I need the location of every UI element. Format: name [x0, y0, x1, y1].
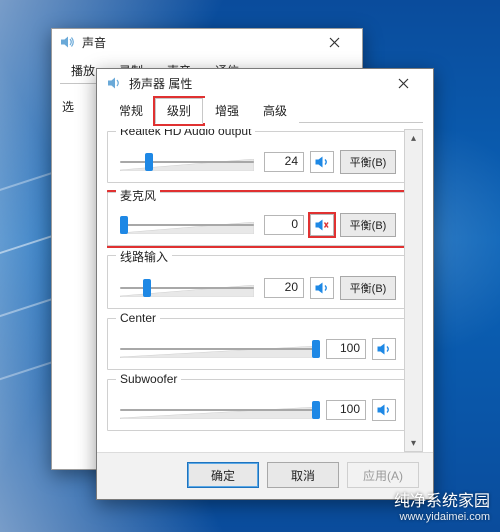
slider-row: 100: [116, 398, 396, 422]
scroll-up-icon[interactable]: ▴: [405, 130, 422, 146]
speaker-icon[interactable]: [310, 151, 334, 173]
balance-button[interactable]: 平衡(B): [340, 213, 396, 237]
slider-thumb[interactable]: [145, 153, 153, 171]
speaker-icon[interactable]: [372, 338, 396, 360]
props-titlebar: 扬声器 属性: [97, 69, 433, 97]
volume-slider[interactable]: [116, 276, 258, 300]
watermark-main: 纯净系统家园: [394, 493, 490, 510]
group-mic: 麦克风 0 平衡(B): [107, 192, 405, 246]
slider-thumb[interactable]: [120, 216, 128, 234]
tab-advanced[interactable]: 高级: [251, 98, 299, 123]
group-title: 麦克风: [116, 187, 160, 204]
volume-value[interactable]: 100: [326, 339, 366, 359]
ok-button[interactable]: 确定: [187, 462, 259, 488]
slider-thumb[interactable]: [312, 340, 320, 358]
volume-slider[interactable]: [116, 213, 258, 237]
scroll-track[interactable]: [405, 146, 422, 435]
tab-enhance[interactable]: 增强: [203, 98, 251, 123]
tab-levels[interactable]: 级别: [155, 98, 203, 124]
vertical-scrollbar[interactable]: ▴ ▾: [404, 129, 423, 452]
balance-button[interactable]: 平衡(B): [340, 150, 396, 174]
watermark-sub: www.yidaimei.com: [394, 511, 490, 524]
sound-titlebar: 声音: [52, 29, 362, 55]
slider-row: 0 平衡(B): [116, 213, 396, 237]
volume-value[interactable]: 20: [264, 278, 304, 298]
slider-thumb[interactable]: [143, 279, 151, 297]
volume-icon: [60, 34, 76, 50]
group-sub: Subwoofer 100: [107, 379, 405, 431]
group-title: 线路输入: [116, 248, 172, 265]
sound-content-label: 选: [62, 100, 74, 114]
speaker-icon[interactable]: [372, 399, 396, 421]
speaker-properties-window: 扬声器 属性 常规 级别 增强 高级 Realtek HD Audio outp…: [96, 68, 434, 500]
volume-value[interactable]: 24: [264, 152, 304, 172]
group-center: Center 100: [107, 318, 405, 370]
slider-thumb[interactable]: [312, 401, 320, 419]
volume-slider[interactable]: [116, 150, 258, 174]
group-linein: 线路输入 20 平衡(B): [107, 255, 405, 309]
slider-row: 20 平衡(B): [116, 276, 396, 300]
slider-row: 24 平衡(B): [116, 150, 396, 174]
props-tabs: 常规 级别 增强 高级: [107, 99, 423, 123]
watermark: 纯净系统家园 www.yidaimei.com: [394, 492, 490, 524]
volume-slider[interactable]: [116, 398, 320, 422]
cancel-button[interactable]: 取消: [267, 462, 339, 488]
group-output: Realtek HD Audio output 24 平衡(B): [107, 131, 405, 183]
close-button[interactable]: [314, 30, 354, 54]
volume-value[interactable]: 0: [264, 215, 304, 235]
levels-page: Realtek HD Audio output 24 平衡(B)麦克风 0 平衡…: [107, 129, 423, 452]
group-title: Realtek HD Audio output: [116, 129, 255, 138]
speaker-icon: [107, 75, 123, 91]
volume-value[interactable]: 100: [326, 400, 366, 420]
group-title: Center: [116, 311, 160, 325]
sound-window-title: 声音: [82, 34, 106, 51]
balance-button[interactable]: 平衡(B): [340, 276, 396, 300]
tab-general[interactable]: 常规: [107, 98, 155, 123]
speaker-icon[interactable]: [310, 277, 334, 299]
button-bar: 确定 取消 应用(A): [97, 452, 433, 499]
slider-row: 100: [116, 337, 396, 361]
props-window-title: 扬声器 属性: [129, 75, 192, 92]
scroll-down-icon[interactable]: ▾: [405, 435, 422, 451]
apply-button: 应用(A): [347, 462, 419, 488]
close-button[interactable]: [383, 71, 423, 95]
group-title: Subwoofer: [116, 372, 181, 386]
mute-icon[interactable]: [310, 214, 334, 236]
volume-slider[interactable]: [116, 337, 320, 361]
